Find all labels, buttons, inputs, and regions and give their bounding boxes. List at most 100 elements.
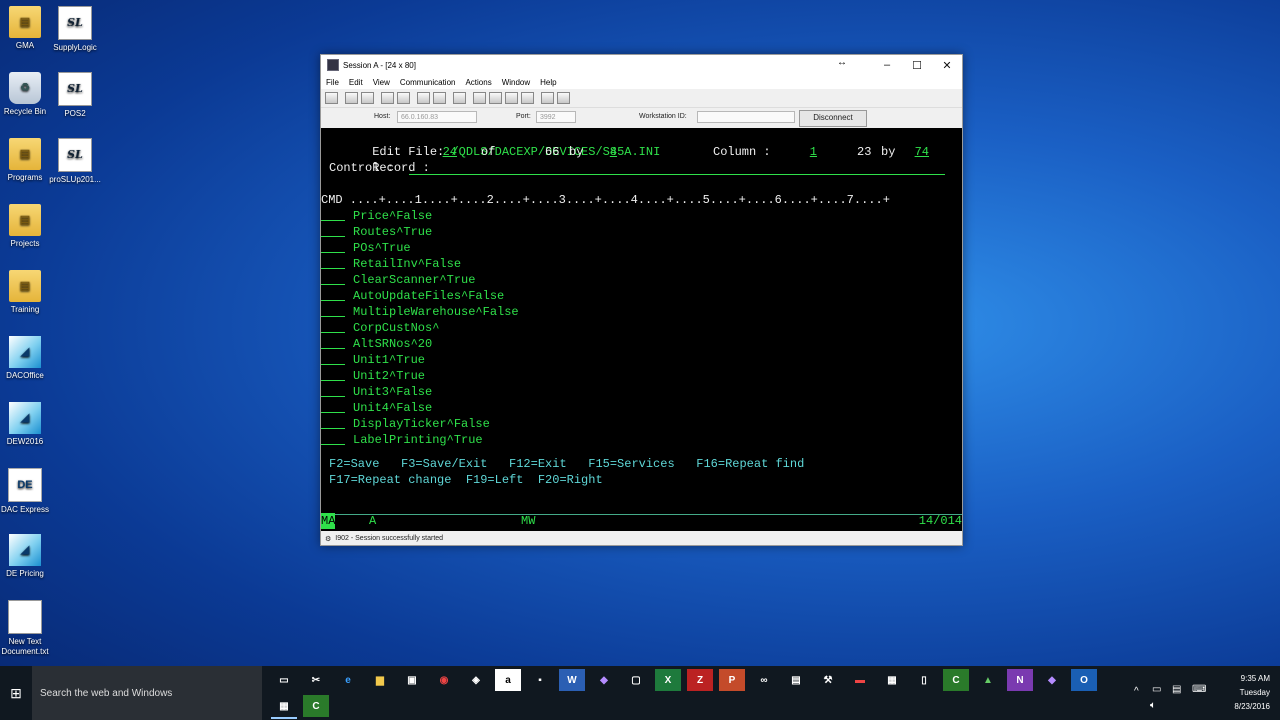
line-command-field[interactable] [321, 272, 345, 285]
tools-icon[interactable]: ⚒ [815, 669, 841, 691]
line-command-field[interactable] [321, 240, 345, 253]
line-command-field[interactable] [321, 208, 345, 221]
cmd-icon[interactable]: ▪ [527, 669, 553, 691]
source-line[interactable]: RetailInv^False [353, 256, 461, 272]
source-line[interactable]: Unit1^True [353, 352, 425, 368]
stop-macro-icon[interactable] [489, 92, 502, 104]
line-command-field[interactable] [321, 352, 345, 365]
desktop-icon-proslup[interactable]: SL proSLUp201... [42, 138, 108, 185]
menu-help[interactable]: Help [535, 78, 561, 87]
desktop-icon-new-text-document[interactable]: New Text Document.txt [0, 600, 58, 657]
calculator-icon[interactable]: ▦ [879, 669, 905, 691]
macro-icon[interactable] [453, 92, 466, 104]
source-line[interactable]: ClearScanner^True [353, 272, 475, 288]
line-command-field[interactable] [321, 432, 345, 445]
receive-file-icon[interactable] [397, 92, 410, 104]
source-line[interactable]: Routes^True [353, 224, 432, 240]
network-icon[interactable]: ∞ [751, 669, 777, 691]
visual-studio-2-icon[interactable]: ◆ [1039, 669, 1065, 691]
phone-icon[interactable]: ▯ [911, 669, 937, 691]
chrome-icon[interactable]: ◉ [431, 669, 457, 691]
column-by-field[interactable]: 74 [905, 144, 929, 160]
line-command-field[interactable] [321, 336, 345, 349]
keyboard-icon[interactable] [433, 92, 446, 104]
desktop-icon-de-pricing[interactable]: ◢ DE Pricing [0, 534, 58, 579]
word-icon[interactable]: W [559, 669, 585, 691]
task-view-icon[interactable]: ▭ [271, 669, 297, 691]
onenote-icon[interactable]: N [1007, 669, 1033, 691]
source-line[interactable]: DisplayTicker^False [353, 416, 490, 432]
terminal-task-icon[interactable]: C [943, 669, 969, 691]
source-line[interactable]: Price^False [353, 208, 432, 224]
clock[interactable]: 9:35 AM Tuesday 8/23/2016 [1234, 672, 1270, 714]
source-line[interactable]: MultipleWarehouse^False [353, 304, 519, 320]
edge-icon[interactable]: e [335, 669, 361, 691]
line-command-field[interactable] [321, 384, 345, 397]
host-field[interactable]: 66.0.160.83 [397, 111, 477, 123]
play-macro-icon[interactable] [505, 92, 518, 104]
show-hidden-icons-icon[interactable]: ^ [1134, 686, 1139, 697]
source-line[interactable]: AltSRNos^20 [353, 336, 432, 352]
amazon-icon[interactable]: a [495, 669, 521, 691]
disconnect-button[interactable]: Disconnect [799, 110, 867, 127]
title-bar[interactable]: Session A - [24 x 80] ↔ – ☐ ✕ [321, 55, 962, 75]
document-icon[interactable]: ▤ [783, 669, 809, 691]
line-command-field[interactable] [321, 416, 345, 429]
line-command-field[interactable] [321, 256, 345, 269]
remote-desktop-icon[interactable]: ▢ [623, 669, 649, 691]
source-line[interactable]: Unit3^False [353, 384, 432, 400]
utility-icon[interactable]: ◈ [463, 669, 489, 691]
menu-file[interactable]: File [321, 78, 344, 87]
source-line[interactable]: AutoUpdateFiles^False [353, 288, 504, 304]
snipping-tool-icon[interactable]: ✂ [303, 669, 329, 691]
menu-view[interactable]: View [368, 78, 395, 87]
maximize-button[interactable]: ☐ [902, 55, 932, 75]
line-command-field[interactable] [321, 320, 345, 333]
line-command-field[interactable] [321, 368, 345, 381]
line-command-field[interactable] [321, 224, 345, 237]
menu-actions[interactable]: Actions [460, 78, 496, 87]
line-command-field[interactable] [321, 288, 345, 301]
desktop-icon-projects[interactable]: ▤ Projects [0, 204, 58, 249]
filezilla-icon[interactable]: Z [687, 669, 713, 691]
workstation-field[interactable] [697, 111, 795, 123]
print-screen-icon[interactable] [325, 92, 338, 104]
desktop-icon-training[interactable]: ▤ Training [0, 270, 58, 315]
terminal-active-icon[interactable]: C [303, 695, 329, 717]
search-box[interactable]: Search the web and Windows [32, 666, 262, 720]
terminal-screen[interactable]: Edit File: /QDLS/DACEXP/DEVICES/S45A.INI… [321, 128, 962, 531]
file-explorer-icon[interactable]: ▆ [367, 669, 393, 691]
start-button[interactable]: ⊞ [0, 666, 32, 720]
send-file-icon[interactable] [381, 92, 394, 104]
excel-icon[interactable]: X [655, 669, 681, 691]
terminal-window-running-icon[interactable]: ▦ [271, 695, 297, 719]
volume-icon[interactable]: 🔈︎ [1150, 700, 1156, 711]
connect-icon[interactable] [541, 92, 554, 104]
column-field[interactable]: 1 [785, 144, 817, 160]
source-line[interactable]: LabelPrinting^True [353, 432, 483, 448]
source-line[interactable]: Unit4^False [353, 400, 432, 416]
keyboard-tray-icon[interactable]: ⌨ [1192, 684, 1206, 695]
move-arrows-icon[interactable]: ↔ [837, 57, 847, 68]
store-icon[interactable]: ▣ [399, 669, 425, 691]
settings-icon[interactable] [521, 92, 534, 104]
close-button[interactable]: ✕ [932, 55, 962, 75]
record-macro-icon[interactable] [473, 92, 486, 104]
source-line[interactable]: Unit2^True [353, 368, 425, 384]
menu-window[interactable]: Window [497, 78, 535, 87]
menu-edit[interactable]: Edit [344, 78, 368, 87]
line-command-field[interactable] [321, 304, 345, 317]
line-command-field[interactable] [321, 400, 345, 413]
desktop-icon-dacoffice[interactable]: ◢ DACOffice [0, 336, 58, 381]
port-field[interactable]: 3992 [536, 111, 576, 123]
mail-icon[interactable]: ▬ [847, 669, 873, 691]
help-icon[interactable] [557, 92, 570, 104]
copy-icon[interactable] [345, 92, 358, 104]
action-center-icon[interactable]: ▤ [1172, 684, 1181, 695]
display-icon[interactable] [417, 92, 430, 104]
desktop-icon-dac-express[interactable]: DE DAC Express [0, 468, 58, 515]
visual-studio-icon[interactable]: ◆ [591, 669, 617, 691]
desktop-icon-pos2[interactable]: SL POS2 [42, 72, 108, 119]
source-line[interactable]: CorpCustNos^ [353, 320, 439, 336]
desktop-icon-dew2016[interactable]: ◢ DEW2016 [0, 402, 58, 447]
